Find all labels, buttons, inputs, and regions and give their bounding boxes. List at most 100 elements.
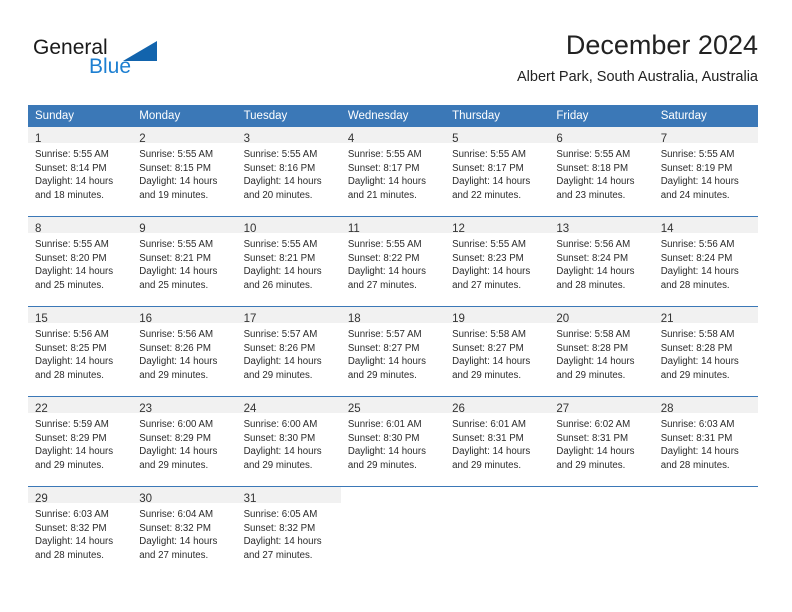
daylight-text-line1: Daylight: 14 hours bbox=[35, 536, 114, 548]
daylight-text-line2: and 29 minutes. bbox=[556, 369, 626, 381]
day-cell-inner: 27 Sunrise: 6:02 AM Sunset: 8:31 PM Dayligh… bbox=[549, 397, 654, 486]
day-number-band bbox=[341, 487, 445, 503]
calendar-day-cell[interactable]: 27 Sunrise: 6:02 AM Sunset: 8:31 PM Dayligh… bbox=[549, 396, 654, 487]
day-detail-lines: Sunrise: 5:56 AM Sunset: 8:24 PM Daylight:… bbox=[549, 233, 653, 292]
calendar-day-cell[interactable]: 28 Sunrise: 6:03 AM Sunset: 8:31 PM Dayligh… bbox=[653, 396, 758, 487]
brand-logo[interactable]: General Blue bbox=[33, 36, 213, 86]
daylight-text-line2: and 18 minutes. bbox=[35, 189, 104, 201]
calendar-day-cell[interactable]: 4 Sunrise: 5:55 AM Sunset: 8:17 PM Daylight… bbox=[340, 127, 446, 217]
calendar-day-cell[interactable]: 2 Sunrise: 5:55 AM Sunset: 8:15 PM Daylight… bbox=[132, 127, 237, 217]
day-detail-lines: Sunrise: 5:59 AM Sunset: 8:29 PM Daylight:… bbox=[28, 413, 132, 472]
calendar-day-cell[interactable]: 21 Sunrise: 5:58 AM Sunset: 8:28 PM Dayligh… bbox=[653, 306, 758, 397]
day-detail-lines: Sunrise: 6:02 AM Sunset: 8:31 PM Daylight:… bbox=[549, 413, 653, 472]
calendar-day-cell[interactable]: 19 Sunrise: 5:58 AM Sunset: 8:27 PM Dayligh… bbox=[445, 306, 550, 397]
weekday-header-friday: Friday bbox=[549, 105, 654, 127]
daylight-text-line2: and 28 minutes. bbox=[660, 459, 730, 471]
calendar-day-cell[interactable]: 17 Sunrise: 5:57 AM Sunset: 8:26 PM Dayligh… bbox=[236, 306, 341, 397]
daylight-text-line1: Daylight: 14 hours bbox=[35, 176, 114, 188]
day-number: 26 bbox=[452, 403, 465, 415]
day-detail-lines: Sunrise: 6:03 AM Sunset: 8:31 PM Daylight:… bbox=[654, 413, 758, 472]
sunrise-text: Sunrise: 6:02 AM bbox=[556, 419, 631, 430]
calendar-day-cell[interactable]: 22 Sunrise: 5:59 AM Sunset: 8:29 PM Dayligh… bbox=[28, 396, 133, 487]
calendar-day-cell[interactable]: 5 Sunrise: 5:55 AM Sunset: 8:17 PM Daylight… bbox=[445, 127, 550, 217]
daylight-text-line1: Daylight: 14 hours bbox=[452, 446, 531, 458]
day-cell-inner: 29 Sunrise: 6:03 AM Sunset: 8:32 PM Dayligh… bbox=[28, 487, 133, 576]
calendar-day-cell[interactable]: 25 Sunrise: 6:01 AM Sunset: 8:30 PM Dayligh… bbox=[340, 396, 446, 487]
daylight-text-line2: and 28 minutes. bbox=[35, 369, 104, 381]
calendar-day-cell[interactable]: 16 Sunrise: 5:56 AM Sunset: 8:26 PM Dayligh… bbox=[132, 306, 237, 397]
daylight-text-line1: Daylight: 14 hours bbox=[556, 356, 635, 368]
calendar-day-cell[interactable]: 24 Sunrise: 6:00 AM Sunset: 8:30 PM Dayligh… bbox=[236, 396, 341, 487]
weekday-header-tuesday: Tuesday bbox=[236, 105, 341, 127]
sunrise-text: Sunrise: 5:55 AM bbox=[556, 149, 631, 160]
sunrise-text: Sunrise: 5:55 AM bbox=[347, 239, 422, 250]
sunset-text: Sunset: 8:29 PM bbox=[35, 432, 107, 444]
day-number: 7 bbox=[660, 133, 668, 145]
sunset-text: Sunset: 8:17 PM bbox=[347, 162, 420, 174]
day-cell-inner: 18 Sunrise: 5:57 AM Sunset: 8:27 PM Dayligh… bbox=[340, 307, 446, 396]
day-detail-lines: Sunrise: 5:58 AM Sunset: 8:28 PM Daylight:… bbox=[549, 323, 653, 382]
calendar-day-cell[interactable]: 29 Sunrise: 6:03 AM Sunset: 8:32 PM Dayligh… bbox=[28, 486, 133, 576]
page-title: December 2024 bbox=[565, 30, 758, 60]
day-number: 13 bbox=[556, 223, 570, 235]
page-header: General Blue December 2024 Albert Park, … bbox=[0, 0, 792, 100]
calendar-day-cell[interactable]: 20 Sunrise: 5:58 AM Sunset: 8:28 PM Dayligh… bbox=[549, 306, 654, 397]
calendar-day-cell[interactable]: 7 Sunrise: 5:55 AM Sunset: 8:19 PM Daylight… bbox=[653, 127, 758, 217]
calendar-day-cell[interactable]: 3 Sunrise: 5:55 AM Sunset: 8:16 PM Daylight… bbox=[236, 127, 341, 217]
calendar-day-cell[interactable]: 23 Sunrise: 6:00 AM Sunset: 8:29 PM Dayligh… bbox=[132, 396, 237, 487]
day-number-band: 4 bbox=[340, 127, 446, 145]
calendar-day-cell[interactable]: 15 Sunrise: 5:56 AM Sunset: 8:25 PM Dayligh… bbox=[28, 306, 133, 397]
day-number-band: 20 bbox=[549, 307, 654, 325]
day-number-band bbox=[654, 487, 758, 503]
sunrise-text: Sunrise: 5:55 AM bbox=[139, 149, 214, 160]
sunset-text: Sunset: 8:17 PM bbox=[452, 162, 524, 174]
sunset-text: Sunset: 8:23 PM bbox=[452, 252, 524, 264]
day-number: 22 bbox=[35, 403, 48, 415]
sunset-text: Sunset: 8:24 PM bbox=[556, 252, 629, 264]
day-detail-lines: Sunrise: 6:01 AM Sunset: 8:30 PM Daylight:… bbox=[341, 413, 445, 472]
calendar-day-cell[interactable]: 14 Sunrise: 5:56 AM Sunset: 8:24 PM Dayligh… bbox=[653, 216, 758, 307]
day-detail-lines: Sunrise: 5:57 AM Sunset: 8:26 PM Daylight:… bbox=[237, 323, 341, 382]
daylight-text-line2: and 28 minutes. bbox=[556, 279, 626, 291]
calendar-day-cell[interactable]: 10 Sunrise: 5:55 AM Sunset: 8:21 PM Dayligh… bbox=[236, 216, 341, 307]
calendar-day-cell[interactable]: 11 Sunrise: 5:55 AM Sunset: 8:22 PM Dayligh… bbox=[340, 216, 446, 307]
daylight-text-line2: and 29 minutes. bbox=[556, 459, 626, 471]
day-number-band: 11 bbox=[340, 217, 446, 235]
day-number-band: 25 bbox=[340, 397, 446, 415]
calendar-day-cell[interactable]: 18 Sunrise: 5:57 AM Sunset: 8:27 PM Dayligh… bbox=[340, 306, 446, 397]
calendar-day-cell[interactable]: 13 Sunrise: 5:56 AM Sunset: 8:24 PM Dayligh… bbox=[549, 216, 654, 307]
daylight-text-line2: and 28 minutes. bbox=[35, 549, 104, 561]
sunrise-text: Sunrise: 5:58 AM bbox=[452, 329, 526, 340]
calendar-week-row: 1 Sunrise: 5:55 AM Sunset: 8:14 PM Daylight… bbox=[28, 127, 758, 217]
daylight-text-line1: Daylight: 14 hours bbox=[243, 446, 322, 458]
day-number-band: 18 bbox=[340, 307, 446, 325]
sunrise-text: Sunrise: 5:55 AM bbox=[452, 239, 526, 250]
calendar-day-cell[interactable]: 8 Sunrise: 5:55 AM Sunset: 8:20 PM Daylight… bbox=[28, 216, 133, 307]
sunset-text: Sunset: 8:27 PM bbox=[452, 342, 524, 354]
day-cell-inner: 4 Sunrise: 5:55 AM Sunset: 8:17 PM Daylight… bbox=[340, 127, 446, 216]
day-number: 12 bbox=[452, 223, 465, 235]
calendar-page: General Blue December 2024 Albert Park, … bbox=[0, 0, 792, 612]
sunrise-text: Sunrise: 5:57 AM bbox=[243, 329, 318, 340]
daylight-text-line2: and 27 minutes. bbox=[139, 549, 209, 561]
calendar-day-cell[interactable]: 26 Sunrise: 6:01 AM Sunset: 8:31 PM Dayligh… bbox=[445, 396, 550, 487]
calendar-day-cell[interactable]: 12 Sunrise: 5:55 AM Sunset: 8:23 PM Dayligh… bbox=[445, 216, 550, 307]
calendar-day-cell[interactable]: 6 Sunrise: 5:55 AM Sunset: 8:18 PM Daylight… bbox=[549, 127, 654, 217]
calendar-day-cell[interactable]: 30 Sunrise: 6:04 AM Sunset: 8:32 PM Dayligh… bbox=[132, 486, 237, 576]
day-cell-inner: 10 Sunrise: 5:55 AM Sunset: 8:21 PM Dayligh… bbox=[236, 217, 341, 306]
daylight-text-line1: Daylight: 14 hours bbox=[556, 266, 635, 278]
day-cell-inner: 5 Sunrise: 5:55 AM Sunset: 8:17 PM Daylight… bbox=[445, 127, 550, 216]
day-cell-inner bbox=[341, 487, 445, 576]
calendar-day-cell[interactable]: 31 Sunrise: 6:05 AM Sunset: 8:32 PM Dayligh… bbox=[236, 486, 341, 576]
calendar-day-cell-empty bbox=[549, 486, 654, 576]
day-detail-lines: Sunrise: 5:55 AM Sunset: 8:16 PM Daylight:… bbox=[237, 143, 341, 202]
calendar-day-cell[interactable]: 9 Sunrise: 5:55 AM Sunset: 8:21 PM Daylight… bbox=[132, 216, 237, 307]
day-number: 17 bbox=[243, 313, 257, 325]
day-number: 16 bbox=[139, 313, 153, 325]
sunrise-text: Sunrise: 6:00 AM bbox=[139, 419, 214, 430]
sunset-text: Sunset: 8:28 PM bbox=[660, 342, 733, 354]
calendar-day-cell[interactable]: 1 Sunrise: 5:55 AM Sunset: 8:14 PM Daylight… bbox=[28, 127, 133, 217]
sunset-text: Sunset: 8:30 PM bbox=[347, 432, 420, 444]
day-number-band: 28 bbox=[653, 397, 758, 415]
day-number-band bbox=[445, 487, 549, 503]
